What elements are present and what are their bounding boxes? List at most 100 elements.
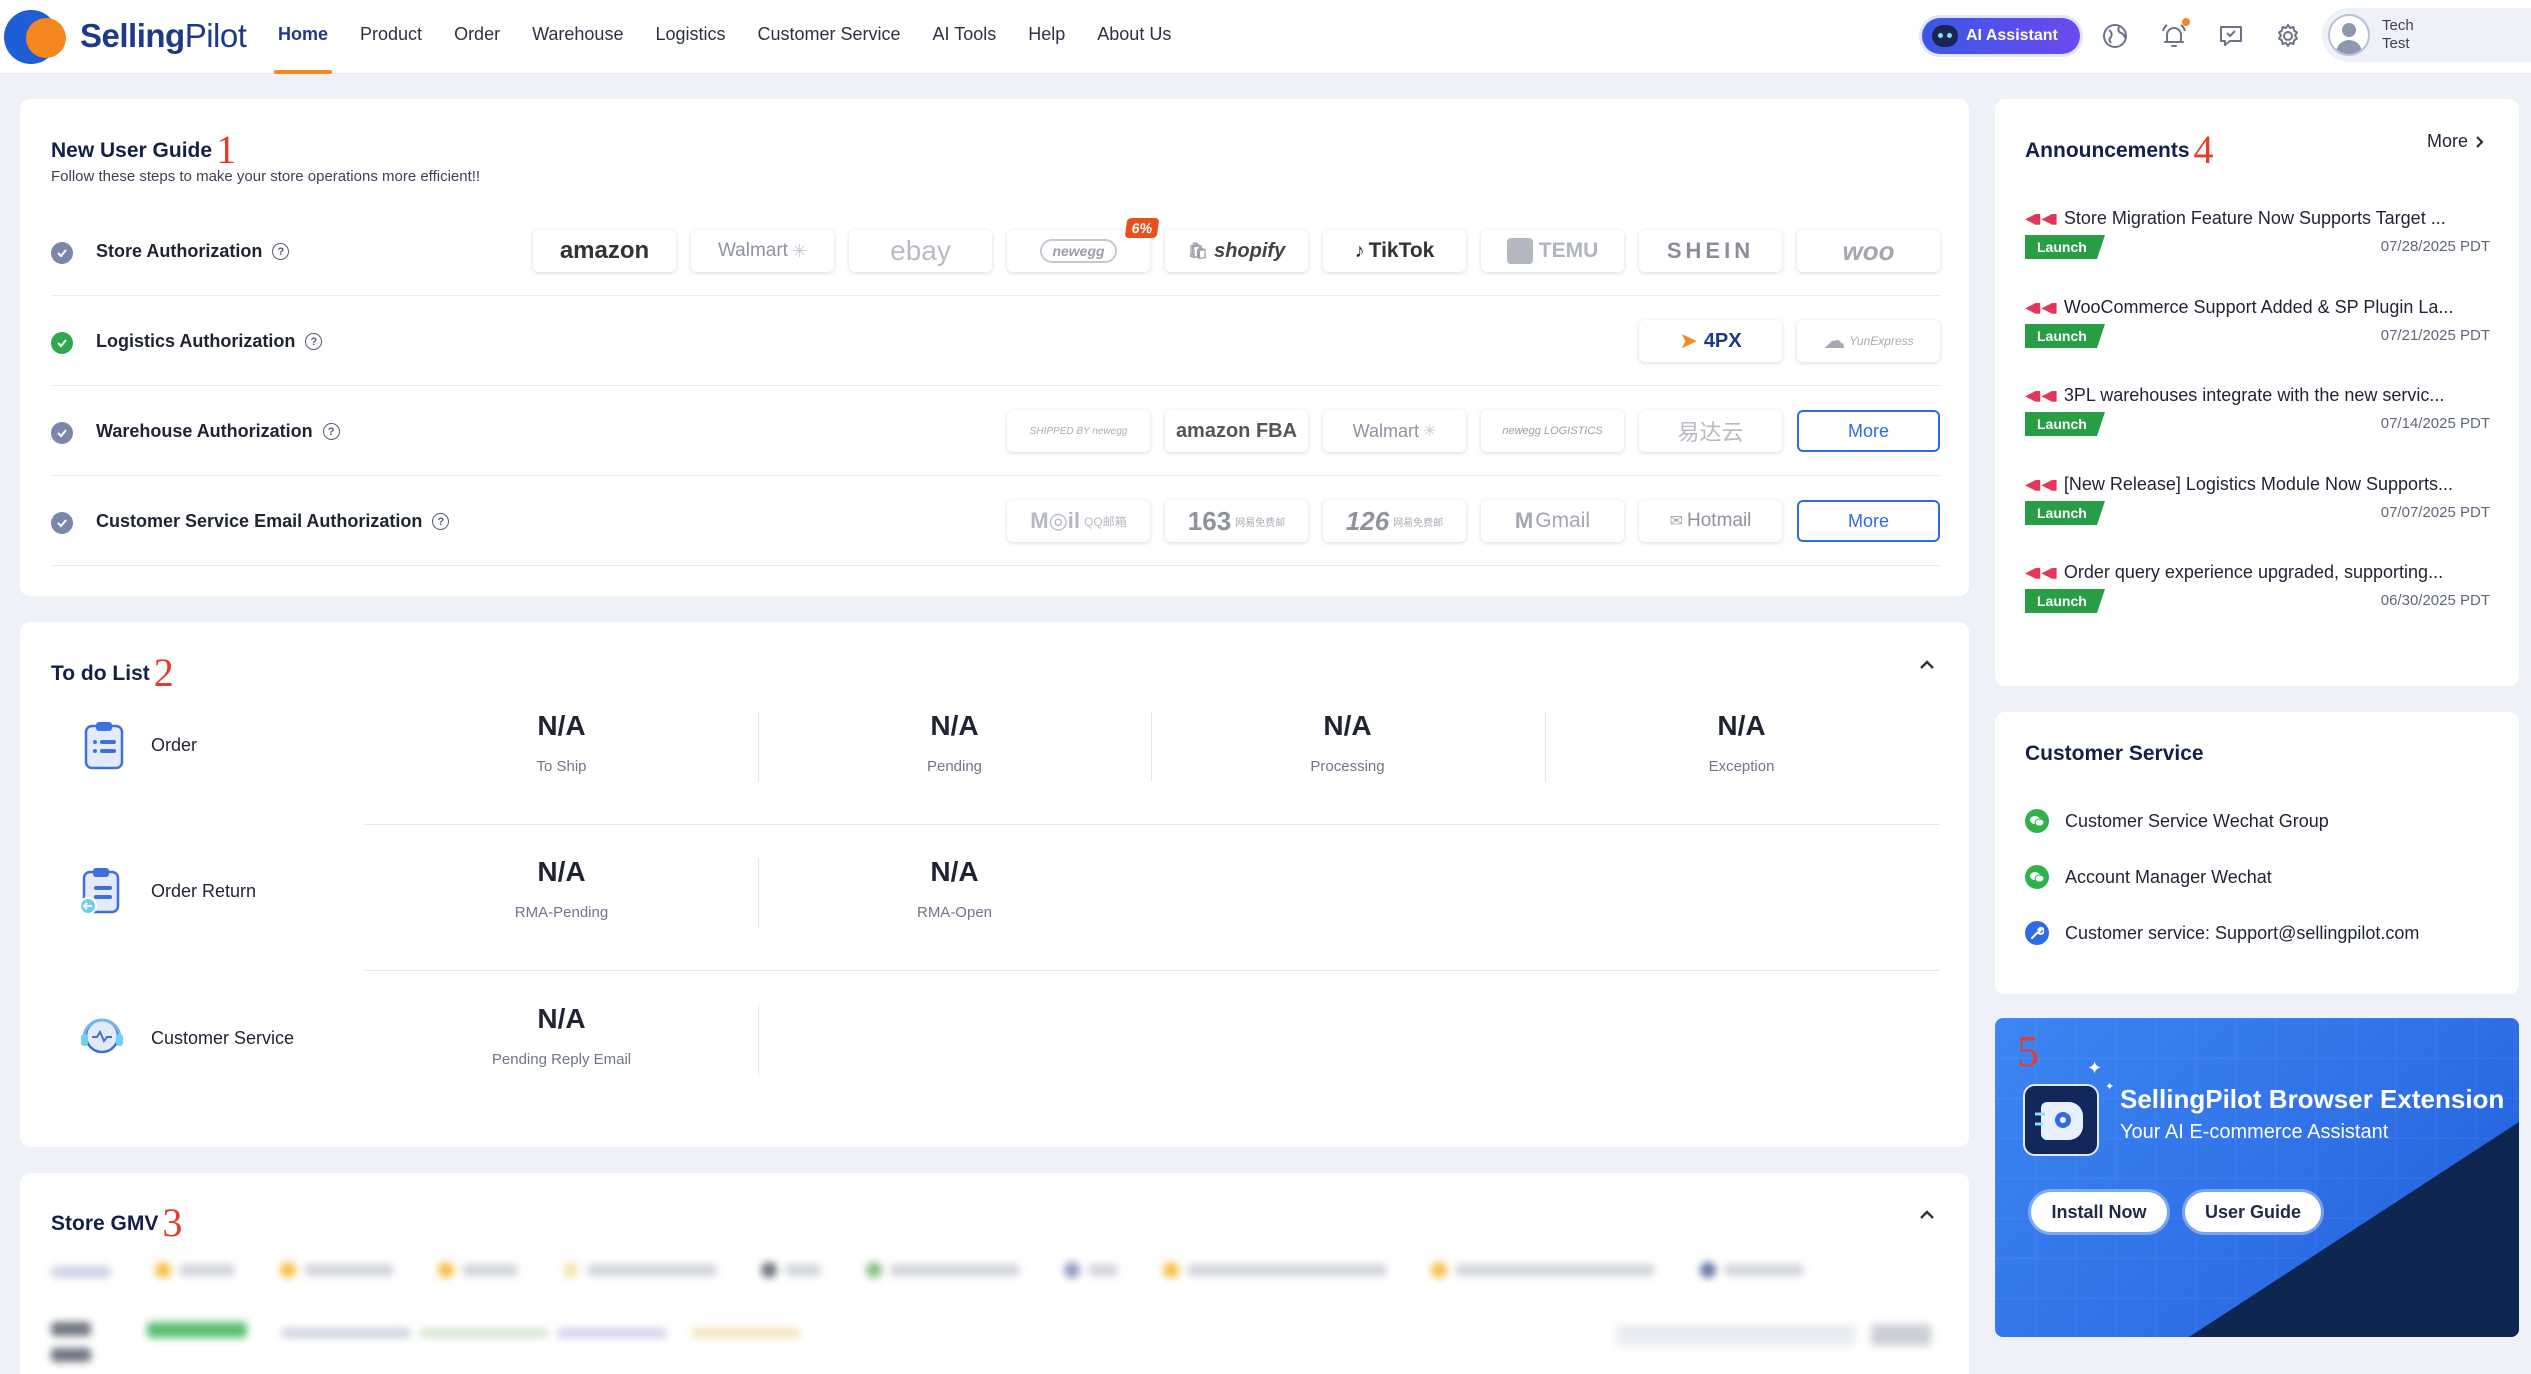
launch-badge: Launch bbox=[2025, 324, 2105, 348]
announcements-title-text: Announcements bbox=[2025, 139, 2190, 162]
announcements-more-link[interactable]: More bbox=[2427, 131, 2486, 152]
nav-warehouse[interactable]: Warehouse bbox=[516, 0, 639, 74]
store-authorization-label: Store Authorization bbox=[96, 241, 263, 261]
announcement-item[interactable]: ◀▮ ◀▮ Store Migration Feature Now Support… bbox=[2025, 200, 2490, 280]
collapse-chevron-icon[interactable] bbox=[1916, 1204, 1938, 1226]
nav-order[interactable]: Order bbox=[438, 0, 516, 74]
stat-processing[interactable]: N/A Processing bbox=[1151, 710, 1544, 775]
megaphone-icon: ◀▮ ◀▮ bbox=[2025, 299, 2058, 315]
nav-home[interactable]: Home bbox=[262, 0, 344, 74]
robot-icon bbox=[1932, 25, 1958, 47]
user-menu[interactable]: Tech Test bbox=[2322, 8, 2531, 62]
todo-number: 2 bbox=[153, 650, 174, 695]
help-icon[interactable]: ? bbox=[322, 423, 340, 440]
todo-title-text: To do List bbox=[51, 662, 150, 685]
warehouse-amazon-fba[interactable]: amazon FBA bbox=[1165, 410, 1308, 452]
platform-tiktok[interactable]: ♪ TikTok bbox=[1323, 230, 1466, 272]
provider-4px[interactable]: ➤ 4PX bbox=[1639, 320, 1782, 362]
stat-exception[interactable]: N/A Exception bbox=[1545, 710, 1938, 775]
warehouse-authorization-label: Warehouse Authorization bbox=[96, 421, 313, 441]
sparkle-icon: ✦ bbox=[2087, 1058, 2103, 1078]
nav-about-us[interactable]: About Us bbox=[1081, 0, 1187, 74]
nav-product[interactable]: Product bbox=[344, 0, 438, 74]
ai-assistant-label: AI Assistant bbox=[1966, 27, 2058, 44]
warehouse-newegg-logistics[interactable]: newegg LOGISTICS bbox=[1481, 410, 1624, 452]
todo-order-return-label: Order Return bbox=[151, 881, 257, 901]
warehouse-shipped-by-newegg[interactable]: SHIPPED BY newegg bbox=[1007, 410, 1150, 452]
wechat-icon bbox=[2025, 865, 2049, 889]
customer-service-headset-icon bbox=[81, 1018, 123, 1054]
collapse-chevron-icon[interactable] bbox=[1916, 654, 1938, 676]
announcement-title: Order query experience upgraded, support… bbox=[2063, 562, 2444, 582]
stat-pending[interactable]: N/A Pending bbox=[758, 710, 1151, 775]
help-icon[interactable]: ? bbox=[305, 333, 323, 350]
cs-account-manager-wechat[interactable]: Account Manager Wechat bbox=[2025, 865, 2272, 889]
wrench-icon bbox=[2025, 921, 2049, 945]
guide-title-text: New User Guide bbox=[51, 139, 213, 162]
warehouse-walmart[interactable]: Walmart ✳ bbox=[1323, 410, 1466, 452]
provider-yunexpress[interactable]: ☁ YunExpress bbox=[1797, 320, 1940, 362]
store-gmv-title: Store GMV 3 bbox=[51, 1193, 182, 1245]
brand-logo[interactable]: SellingPilot bbox=[4, 8, 247, 64]
platform-walmart[interactable]: Walmart ✳ bbox=[691, 230, 834, 272]
extension-robot-icon bbox=[2023, 1084, 2099, 1156]
warehouse-more-button[interactable]: More bbox=[1797, 410, 1940, 452]
cs-wechat-group-label: Customer Service Wechat Group bbox=[2065, 810, 2329, 831]
email-authorization-label: Customer Service Email Authorization bbox=[96, 511, 423, 531]
stat-to-ship[interactable]: N/A To Ship bbox=[365, 710, 758, 775]
logistics-provider-logos: ➤ 4PX ☁ YunExpress bbox=[1639, 320, 1940, 362]
gmv-title-text: Store GMV bbox=[51, 1212, 159, 1235]
megaphone-icon: ◀▮ ◀▮ bbox=[2025, 387, 2058, 403]
email-126[interactable]: 126 网易免费邮 bbox=[1323, 500, 1466, 542]
email-qq[interactable]: M◎il QQ邮箱 bbox=[1007, 500, 1150, 542]
check-circle-icon bbox=[51, 242, 73, 264]
platform-amazon[interactable]: amazon bbox=[533, 230, 676, 272]
announcement-item[interactable]: ◀▮ ◀▮ WooCommerce Support Added & SP Plug… bbox=[2025, 289, 2490, 369]
brand-name-bold: Selling bbox=[80, 17, 185, 54]
gmv-store-tabs-blurred bbox=[51, 1262, 1940, 1292]
logistics-authorization-label: Logistics Authorization bbox=[96, 331, 296, 351]
stat-rma-open[interactable]: N/A RMA-Open bbox=[758, 856, 1151, 921]
cs-wechat-group[interactable]: Customer Service Wechat Group bbox=[2025, 809, 2329, 833]
platform-shein[interactable]: SHEIN bbox=[1639, 230, 1782, 272]
gear-icon[interactable] bbox=[2270, 18, 2306, 54]
nav-customer-service[interactable]: Customer Service bbox=[742, 0, 917, 74]
help-icon[interactable]: ? bbox=[272, 243, 290, 260]
ai-assistant-button[interactable]: AI Assistant bbox=[1922, 18, 2080, 54]
warehouse-provider-logos: SHIPPED BY newegg amazon FBA Walmart ✳ ne… bbox=[1007, 410, 1940, 452]
email-hotmail[interactable]: ✉ Hotmail bbox=[1639, 500, 1782, 542]
platform-newegg[interactable]: newegg 6% bbox=[1007, 218, 1160, 272]
email-gmail[interactable]: M Gmail bbox=[1481, 500, 1624, 542]
globe-icon[interactable] bbox=[2097, 18, 2133, 54]
warehouse-yidayun[interactable]: 易达云 bbox=[1639, 410, 1782, 452]
browser-extension-banner[interactable]: 5 ✦ ✦ SellingPilot Browser Extension You… bbox=[1995, 1018, 2519, 1337]
email-163[interactable]: 163 网易免费邮 bbox=[1165, 500, 1308, 542]
platform-shopify[interactable]: 🛍 shopify bbox=[1165, 230, 1308, 272]
platform-temu[interactable]: TEMU bbox=[1481, 230, 1624, 272]
announcement-item[interactable]: ◀▮ ◀▮ [New Release] Logistics Module Now … bbox=[2025, 466, 2490, 546]
announcement-date: 06/30/2025 PDT bbox=[2380, 592, 2490, 609]
gmv-summary-blurred bbox=[51, 1318, 1940, 1374]
help-icon[interactable]: ? bbox=[432, 513, 450, 530]
platform-ebay[interactable]: ebay bbox=[849, 230, 992, 272]
nav-logistics[interactable]: Logistics bbox=[639, 0, 741, 74]
launch-badge: Launch bbox=[2025, 501, 2105, 525]
stat-rma-pending[interactable]: N/A RMA-Pending bbox=[365, 856, 758, 921]
announcement-item[interactable]: ◀▮ ◀▮ 3PL warehouses integrate with the n… bbox=[2025, 377, 2490, 457]
user-guide-button[interactable]: User Guide bbox=[2185, 1192, 2321, 1232]
bell-icon[interactable] bbox=[2156, 18, 2192, 54]
new-user-guide-title: New User Guide 1 bbox=[51, 120, 236, 172]
nav-help[interactable]: Help bbox=[1012, 0, 1081, 74]
platform-woo[interactable]: woo bbox=[1797, 230, 1940, 272]
cs-support-email[interactable]: Customer service: Support@sellingpilot.c… bbox=[2025, 921, 2419, 945]
install-now-button[interactable]: Install Now bbox=[2031, 1192, 2167, 1232]
todo-list-title: To do List 2 bbox=[51, 643, 174, 695]
message-icon[interactable] bbox=[2213, 18, 2249, 54]
announcement-item[interactable]: ◀▮ ◀▮ Order query experience upgraded, su… bbox=[2025, 554, 2490, 634]
launch-badge: Launch bbox=[2025, 412, 2105, 436]
nav-ai-tools[interactable]: AI Tools bbox=[917, 0, 1013, 74]
stat-pending-reply-email[interactable]: N/A Pending Reply Email bbox=[365, 1003, 758, 1068]
user-name-line1: Tech bbox=[2382, 17, 2414, 34]
email-more-button[interactable]: More bbox=[1797, 500, 1940, 542]
store-platform-logos: amazon Walmart ✳ ebay newegg 6% 🛍 shopify ♪… bbox=[533, 218, 1940, 272]
